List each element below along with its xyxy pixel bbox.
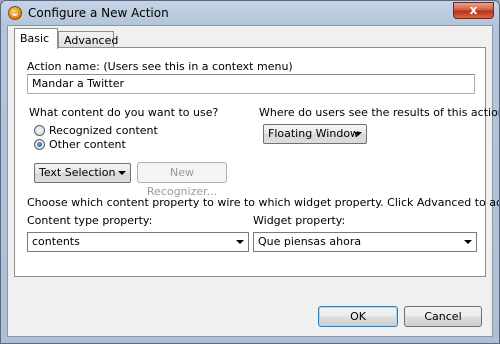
widget-property-label: Widget property: xyxy=(253,214,346,227)
chevron-down-icon xyxy=(354,132,362,136)
ok-button[interactable]: OK xyxy=(318,306,398,327)
content-type-label: Content type property: xyxy=(27,214,153,227)
dialog-client-area: Basic Advanced Action name: (Users see t… xyxy=(7,25,499,337)
content-source-value: Text Selection xyxy=(39,166,116,179)
radio-other-content[interactable] xyxy=(34,139,45,150)
results-question-label: Where do users see the results of this a… xyxy=(259,106,500,119)
tab-basic[interactable]: Basic xyxy=(14,28,58,49)
chevron-down-icon xyxy=(118,171,126,175)
radio-recognized-label: Recognized content xyxy=(49,124,158,137)
new-recognizer-button[interactable]: New Recognizer... xyxy=(137,162,227,198)
chevron-down-icon xyxy=(464,240,472,244)
close-button[interactable]: x xyxy=(453,2,494,19)
results-location-select[interactable]: Floating Window xyxy=(263,124,367,144)
content-type-value: contents xyxy=(32,235,80,248)
action-name-label: Action name: (Users see this in a contex… xyxy=(27,60,293,73)
title-bar[interactable]: Configure a New Action x xyxy=(1,1,499,25)
content-question-label: What content do you want to use? xyxy=(29,106,219,119)
radio-recognized-content[interactable] xyxy=(34,125,45,136)
chevron-down-icon xyxy=(236,240,244,244)
app-icon xyxy=(8,6,22,20)
wire-instruction-text: Choose which content property to wire to… xyxy=(27,196,500,209)
configure-action-dialog: Configure a New Action x Basic Advanced … xyxy=(0,0,500,344)
results-location-value: Floating Window xyxy=(268,127,360,140)
content-source-select[interactable]: Text Selection xyxy=(34,163,131,183)
action-name-input[interactable]: Mandar a Twitter xyxy=(27,74,475,94)
basic-tab-panel: Action name: (Users see this in a contex… xyxy=(14,47,499,277)
window-title: Configure a New Action xyxy=(28,6,169,20)
widget-property-value: Que piensas ahora xyxy=(258,235,362,248)
close-icon: x xyxy=(469,3,478,17)
cancel-button[interactable]: Cancel xyxy=(404,306,482,327)
content-type-select[interactable]: contents xyxy=(27,232,249,252)
radio-other-label: Other content xyxy=(49,138,126,151)
widget-property-select[interactable]: Que piensas ahora xyxy=(253,232,477,252)
